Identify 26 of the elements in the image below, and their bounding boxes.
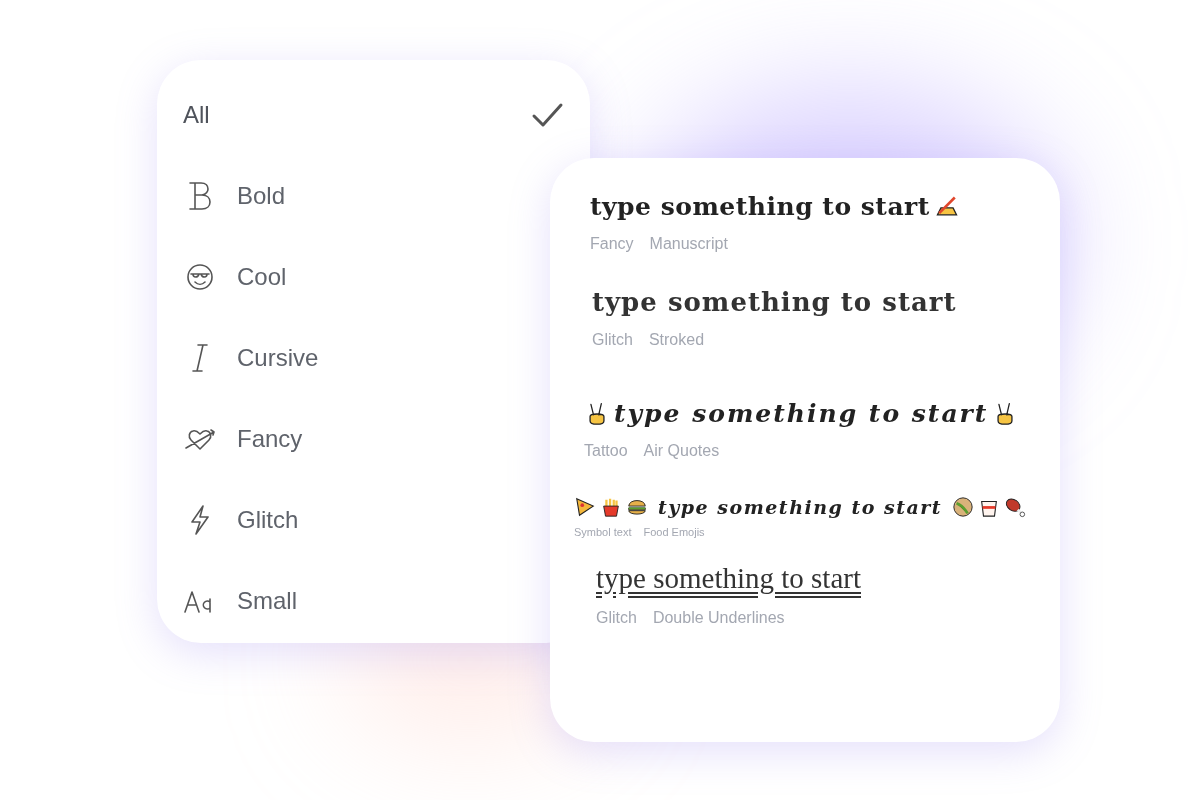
styled-text-sample[interactable]: type something to start: [592, 287, 957, 317]
filter-menu-item[interactable]: Small: [183, 560, 305, 641]
style-tag: Air Quotes: [643, 442, 720, 460]
flatbread-icon: [952, 496, 975, 518]
style-tag: Tattoo: [584, 442, 628, 460]
filter-menu-item[interactable]: Bold: [183, 155, 294, 236]
styled-text-sample[interactable]: type something to start: [658, 496, 943, 518]
style-tag: Double Underlines: [652, 609, 785, 627]
filter-menu-item[interactable]: Fancy: [183, 398, 311, 479]
style-tag: Fancy: [590, 235, 634, 253]
styled-text-sample[interactable]: type something to start: [590, 192, 930, 221]
styled-text-sample[interactable]: type something to start: [614, 399, 989, 428]
style-tag: Glitch: [596, 609, 637, 627]
style-tag: Food Emojis: [643, 526, 705, 538]
filter-menu-item[interactable]: Cursive: [183, 317, 327, 398]
style-tag: Stroked: [648, 331, 705, 349]
style-tag: Glitch: [592, 331, 633, 349]
pizza-icon: [574, 496, 596, 518]
styled-text-sample[interactable]: type something to start: [596, 562, 861, 595]
fries-icon: [600, 496, 622, 518]
meat-on-bone-icon: [1004, 496, 1027, 518]
filter-menu-item[interactable]: Glitch: [183, 479, 307, 560]
style-tag: Symbol text: [574, 526, 632, 538]
filter-menu-item[interactable]: Cool: [183, 236, 295, 317]
style-tag: Manuscript: [649, 235, 728, 253]
filter-menu-item[interactable]: All: [183, 74, 564, 155]
